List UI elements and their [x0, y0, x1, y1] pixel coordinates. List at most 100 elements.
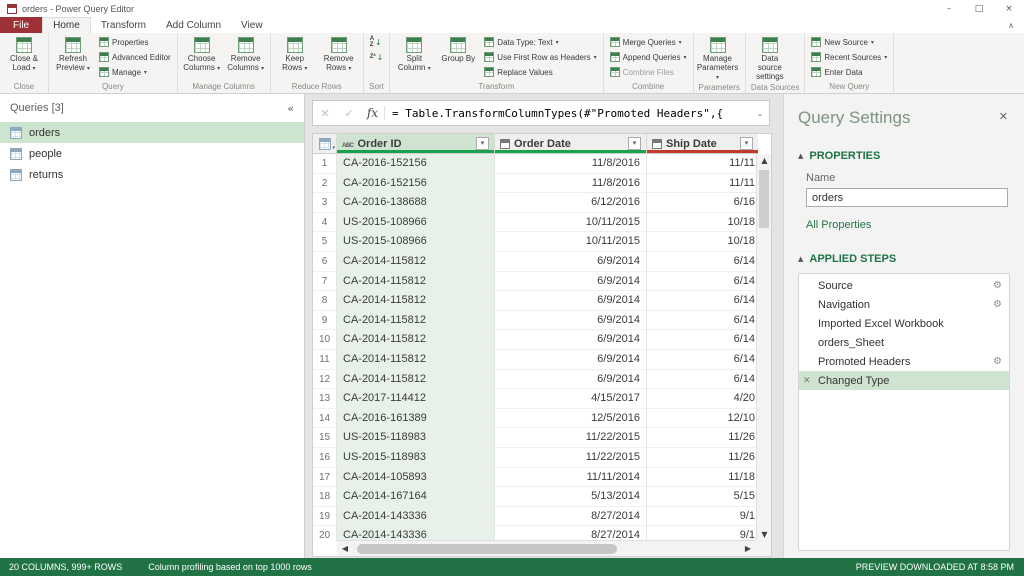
cell[interactable]: 11/11: [647, 154, 758, 173]
scroll-right-icon[interactable]: ▶: [740, 544, 756, 553]
append-queries-button[interactable]: Append Queries ▾: [607, 50, 690, 64]
cell[interactable]: CA-2016-152156: [337, 174, 495, 193]
cell[interactable]: 6/9/2014: [495, 252, 647, 271]
tab-transform[interactable]: Transform: [91, 17, 156, 33]
maximize-icon[interactable]: □: [964, 0, 994, 17]
close-panel-icon[interactable]: ✕: [999, 110, 1008, 123]
cell[interactable]: 6/9/2014: [495, 272, 647, 291]
cell[interactable]: 11/22/2015: [495, 448, 647, 467]
keep-rows-button[interactable]: Keep Rows ▾: [274, 35, 316, 73]
cell[interactable]: 4/15/2017: [495, 389, 647, 408]
refresh-preview-button[interactable]: Refresh Preview ▾: [52, 35, 94, 73]
column-header-ship-date[interactable]: Ship Date▾: [647, 134, 758, 153]
scroll-left-icon[interactable]: ◀: [337, 544, 353, 553]
cell[interactable]: 6/14: [647, 370, 758, 389]
new-source-button[interactable]: New Source ▾: [808, 35, 890, 49]
gear-icon[interactable]: ⚙: [993, 280, 1002, 291]
collapse-ribbon-icon[interactable]: ∧: [998, 17, 1024, 33]
cell[interactable]: CA-2014-115812: [337, 370, 495, 389]
tab-view[interactable]: View: [231, 17, 273, 33]
formula-expand-icon[interactable]: ⌄: [751, 109, 769, 118]
applied-step[interactable]: Promoted Headers⚙: [799, 352, 1009, 371]
cell[interactable]: 4/20: [647, 389, 758, 408]
cell[interactable]: 11/11/2014: [495, 468, 647, 487]
cell[interactable]: 11/22/2015: [495, 428, 647, 447]
close-icon[interactable]: ×: [994, 0, 1024, 17]
enter-data-button[interactable]: Enter Data: [808, 65, 890, 79]
applied-step[interactable]: Imported Excel Workbook: [799, 314, 1009, 333]
cell[interactable]: 9/1: [647, 507, 758, 526]
cell[interactable]: 11/11: [647, 174, 758, 193]
use-first-row-as-headers-button[interactable]: Use First Row as Headers ▾: [481, 50, 599, 64]
cell[interactable]: 10/11/2015: [495, 213, 647, 232]
tab-add-column[interactable]: Add Column: [156, 17, 231, 33]
cell[interactable]: CA-2017-114412: [337, 389, 495, 408]
cell[interactable]: 12/10: [647, 409, 758, 428]
cell[interactable]: 6/14: [647, 291, 758, 310]
remove-columns-button[interactable]: Remove Columns ▾: [225, 35, 267, 73]
recent-sources-button[interactable]: Recent Sources ▾: [808, 50, 890, 64]
applied-step[interactable]: Navigation⚙: [799, 295, 1009, 314]
cell[interactable]: CA-2014-167164: [337, 487, 495, 506]
filter-icon[interactable]: ▾: [628, 137, 641, 150]
cell[interactable]: CA-2014-115812: [337, 252, 495, 271]
cell[interactable]: US-2015-108966: [337, 232, 495, 251]
cell[interactable]: 11/18: [647, 468, 758, 487]
sort-ascending-button[interactable]: ↓: [367, 35, 387, 49]
cell[interactable]: CA-2014-115812: [337, 291, 495, 310]
manage-parameters-button[interactable]: Manage Parameters ▾: [697, 35, 739, 82]
column-header-order-date[interactable]: Order Date▾: [495, 134, 647, 153]
collapse-pane-icon[interactable]: «: [287, 102, 294, 115]
cancel-formula-icon[interactable]: ✕: [313, 107, 337, 120]
applied-step[interactable]: ✕Changed Type: [799, 371, 1009, 390]
choose-columns-button[interactable]: Choose Columns ▾: [181, 35, 223, 73]
replace-values-button[interactable]: Replace Values: [481, 65, 599, 79]
applied-step[interactable]: Source⚙: [799, 276, 1009, 295]
filter-icon[interactable]: ▾: [476, 137, 489, 150]
properties-section-header[interactable]: ▲ PROPERTIES: [798, 150, 1010, 162]
cell[interactable]: 6/9/2014: [495, 311, 647, 330]
group-by-button[interactable]: Group By: [437, 35, 479, 64]
cell[interactable]: 5/13/2014: [495, 487, 647, 506]
data-type-button[interactable]: Data Type: Text ▾: [481, 35, 599, 49]
column-header-order-id[interactable]: Order ID▾: [337, 134, 495, 153]
tab-home[interactable]: Home: [42, 17, 91, 33]
cell[interactable]: 11/8/2016: [495, 154, 647, 173]
cell[interactable]: US-2015-108966: [337, 213, 495, 232]
vertical-scroll-thumb[interactable]: [759, 170, 769, 228]
vertical-scrollbar[interactable]: ▲ ▼: [756, 154, 771, 542]
cell[interactable]: 5/15: [647, 487, 758, 506]
cell[interactable]: US-2015-118983: [337, 448, 495, 467]
cell[interactable]: US-2015-118983: [337, 428, 495, 447]
gear-icon[interactable]: ⚙: [993, 356, 1002, 367]
close-and-load-button[interactable]: Close & Load ▾: [3, 35, 45, 73]
query-item[interactable]: returns: [0, 164, 304, 185]
applied-step[interactable]: orders_Sheet: [799, 333, 1009, 352]
applied-steps-section-header[interactable]: ▲ APPLIED STEPS: [798, 253, 1010, 265]
merge-queries-button[interactable]: Merge Queries ▾: [607, 35, 690, 49]
cell[interactable]: 6/9/2014: [495, 330, 647, 349]
query-item[interactable]: people: [0, 143, 304, 164]
cell[interactable]: CA-2016-161389: [337, 409, 495, 428]
cell[interactable]: 12/5/2016: [495, 409, 647, 428]
cell[interactable]: 11/8/2016: [495, 174, 647, 193]
select-all-corner-button[interactable]: ▾: [313, 134, 337, 153]
cell[interactable]: CA-2014-143336: [337, 507, 495, 526]
properties-button[interactable]: Properties: [96, 35, 174, 49]
cell[interactable]: 6/14: [647, 252, 758, 271]
cell[interactable]: 11/26: [647, 428, 758, 447]
manage-button[interactable]: Manage ▾: [96, 65, 174, 79]
cell[interactable]: 10/11/2015: [495, 232, 647, 251]
tab-file[interactable]: File: [0, 17, 42, 33]
sort-descending-button[interactable]: ↓: [367, 50, 387, 64]
horizontal-scrollbar[interactable]: ◀ ▶: [337, 540, 756, 556]
combine-files-button[interactable]: Combine Files: [607, 65, 690, 79]
cell[interactable]: 6/9/2014: [495, 370, 647, 389]
confirm-formula-icon[interactable]: ✓: [337, 107, 361, 120]
horizontal-scroll-thumb[interactable]: [357, 544, 617, 554]
filter-icon[interactable]: ▾: [740, 137, 753, 150]
gear-icon[interactable]: ⚙: [993, 299, 1002, 310]
scroll-up-icon[interactable]: ▲: [757, 154, 772, 168]
data-source-settings-button[interactable]: Data source settings: [749, 35, 791, 82]
cell[interactable]: 6/9/2014: [495, 350, 647, 369]
